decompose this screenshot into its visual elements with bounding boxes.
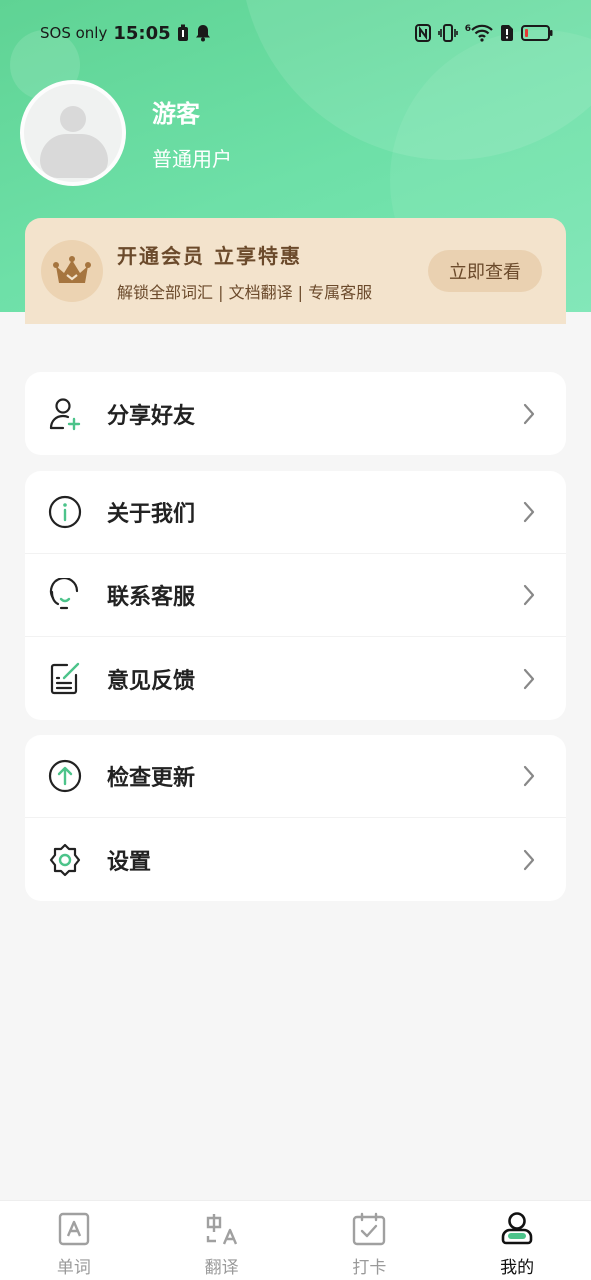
vip-card[interactable]: 开通会员 立享特惠 解锁全部词汇 | 文档翻译 | 专属客服 立即查看: [25, 218, 566, 324]
user-name: 游客: [152, 100, 200, 128]
headset-icon: [47, 577, 83, 613]
tab-translate[interactable]: 翻译: [148, 1201, 296, 1280]
tab-checkin[interactable]: 打卡: [296, 1201, 444, 1280]
menu-group-system: 检查更新 设置: [25, 735, 566, 901]
add-user-icon: [47, 396, 83, 432]
chevron-right-icon: [520, 848, 538, 872]
vip-subtitle: 解锁全部词汇 | 文档翻译 | 专属客服: [117, 282, 373, 302]
status-time: 15:05: [113, 22, 171, 44]
menu-item-label: 关于我们: [107, 502, 196, 527]
battery-saver-icon: [177, 24, 189, 42]
vip-view-button[interactable]: 立即查看: [428, 250, 542, 292]
chevron-right-icon: [520, 402, 538, 426]
user-role: 普通用户: [152, 147, 232, 171]
tab-label: 打卡: [352, 1258, 387, 1278]
upload-icon: [47, 758, 83, 794]
info-icon: [47, 494, 83, 530]
bell-icon: [195, 24, 211, 42]
menu-item-label: 设置: [107, 849, 152, 875]
tab-words[interactable]: 单词: [0, 1201, 148, 1280]
menu-item-label: 检查更新: [107, 766, 196, 791]
menu-item-share-friends[interactable]: 分享好友: [25, 372, 566, 455]
menu-group-about: 关于我们 联系客服 意见反馈: [25, 471, 566, 720]
menu-item-contact-service[interactable]: 联系客服: [25, 554, 566, 637]
battery-icon: [521, 24, 553, 42]
word-card-icon: [54, 1209, 94, 1249]
menu-item-settings[interactable]: 设置: [25, 818, 566, 901]
feedback-icon: [47, 661, 83, 697]
menu-item-feedback[interactable]: 意见反馈: [25, 637, 566, 720]
tab-label: 翻译: [204, 1258, 239, 1278]
bottom-tab-bar: 单词 翻译 打卡 我的: [0, 1200, 591, 1280]
tab-mine[interactable]: 我的: [443, 1201, 591, 1280]
tab-label: 我的: [500, 1258, 535, 1278]
calendar-check-icon: [349, 1209, 389, 1249]
menu-group-share: 分享好友: [25, 372, 566, 455]
menu-item-check-update[interactable]: 检查更新: [25, 735, 566, 818]
profile-icon: [497, 1209, 537, 1249]
gear-icon: [47, 842, 83, 878]
sim-alert-icon: [500, 24, 514, 42]
chevron-right-icon: [520, 764, 538, 788]
chevron-right-icon: [520, 583, 538, 607]
crown-icon: [41, 240, 103, 302]
carrier-label: SOS only: [40, 24, 108, 42]
translate-icon: [202, 1209, 242, 1249]
menu-item-label: 分享好友: [107, 403, 196, 429]
vibrate-icon: [437, 24, 458, 42]
wifi-icon: 6: [465, 24, 493, 42]
menu-item-about-us[interactable]: 关于我们: [25, 471, 566, 554]
tab-label: 单词: [56, 1258, 91, 1278]
nfc-icon: [414, 24, 431, 42]
menu-item-label: 联系客服: [107, 585, 196, 610]
chevron-right-icon: [520, 500, 538, 524]
status-bar: SOS only 15:05 6: [0, 0, 591, 66]
chevron-right-icon: [520, 667, 538, 691]
avatar[interactable]: [20, 80, 126, 186]
profile-section[interactable]: 游客 普通用户: [20, 80, 232, 186]
vip-title: 开通会员 立享特惠: [117, 243, 302, 268]
menu-item-label: 意见反馈: [107, 668, 196, 694]
